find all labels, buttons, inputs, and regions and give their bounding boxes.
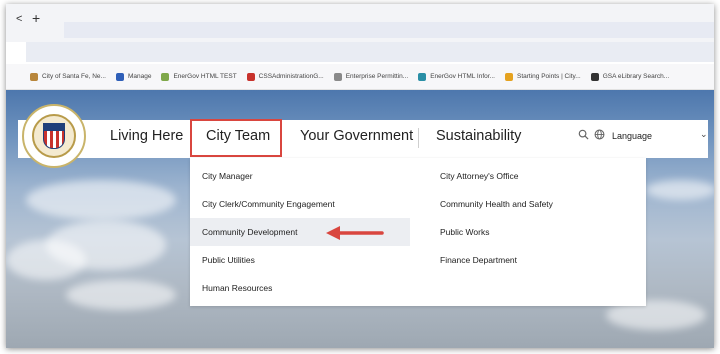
tab-bar [64,22,714,38]
bookmark-item[interactable]: EnerGov HTML Infor... [418,72,495,81]
bookmark-label: Manage [127,73,152,80]
menu-item-public-utilities[interactable]: Public Utilities [190,246,410,274]
bookmark-label: CSSAdministrationG... [258,73,324,80]
nav-divider [418,128,419,148]
bookmark-item[interactable]: GSA eLibrary Search... [590,72,670,81]
red-arrow-icon [326,226,384,240]
language-selector[interactable]: Language [612,131,652,141]
menu-item-public-works[interactable]: Public Works [428,218,489,246]
bookmark-favicon-icon [590,72,599,81]
bookmark-label: Starting Points | City... [516,73,581,80]
address-bar[interactable] [26,42,714,62]
nav-sustainability[interactable]: Sustainability [436,128,521,144]
menu-item-city-manager[interactable]: City Manager [190,162,410,190]
bookmark-label: City of Santa Fe, Ne... [42,73,106,80]
bookmark-label: EnerGov HTML Infor... [430,73,495,80]
bookmark-item[interactable]: Manage [115,72,152,81]
bookmark-item[interactable]: City of Santa Fe, Ne... [30,72,106,81]
bookmark-favicon-icon [161,72,170,81]
menu-item-city-clerk[interactable]: City Clerk/Community Engagement [190,190,410,218]
city-seal-icon[interactable] [22,104,86,168]
menu-item-finance-department[interactable]: Finance Department [428,246,517,274]
menu-item-city-attorney[interactable]: City Attorney's Office [428,162,518,190]
bookmark-favicon-icon [115,72,124,81]
bookmark-favicon-icon [333,72,342,81]
tab-strip: < + [6,4,714,42]
bookmark-item[interactable]: Enterprise Permittin... [333,72,409,81]
nav-city-team[interactable]: City Team [206,128,270,144]
bookmark-item[interactable]: EnerGov HTML TEST [161,72,237,81]
bookmark-favicon-icon [30,72,38,81]
new-tab-button[interactable]: + [32,10,40,26]
nav-your-government[interactable]: Your Government [300,128,413,144]
city-team-dropdown: City Manager City Clerk/Community Engage… [190,158,646,306]
bookmark-label: EnerGov HTML TEST [173,73,237,80]
menu-item-community-health-safety[interactable]: Community Health and Safety [428,190,553,218]
bookmark-label: Enterprise Permittin... [345,73,409,80]
globe-icon[interactable] [594,129,605,143]
bookmark-favicon-icon [504,72,513,81]
bookmark-favicon-icon [246,72,255,81]
menu-item-human-resources[interactable]: Human Resources [190,274,410,302]
bookmark-item[interactable]: CSSAdministrationG... [246,72,324,81]
bookmark-item[interactable]: Starting Points | City... [504,72,581,81]
nav-living-here[interactable]: Living Here [110,128,183,144]
bookmark-favicon-icon [418,72,427,81]
chevron-down-icon[interactable]: ⌄ [700,129,708,140]
search-icon[interactable] [578,129,589,143]
back-tab-button[interactable]: < [16,13,22,25]
bookmarks-bar: City of Santa Fe, Ne... Manage EnerGov HTM… [6,64,714,90]
bookmark-label: GSA eLibrary Search... [602,73,670,80]
